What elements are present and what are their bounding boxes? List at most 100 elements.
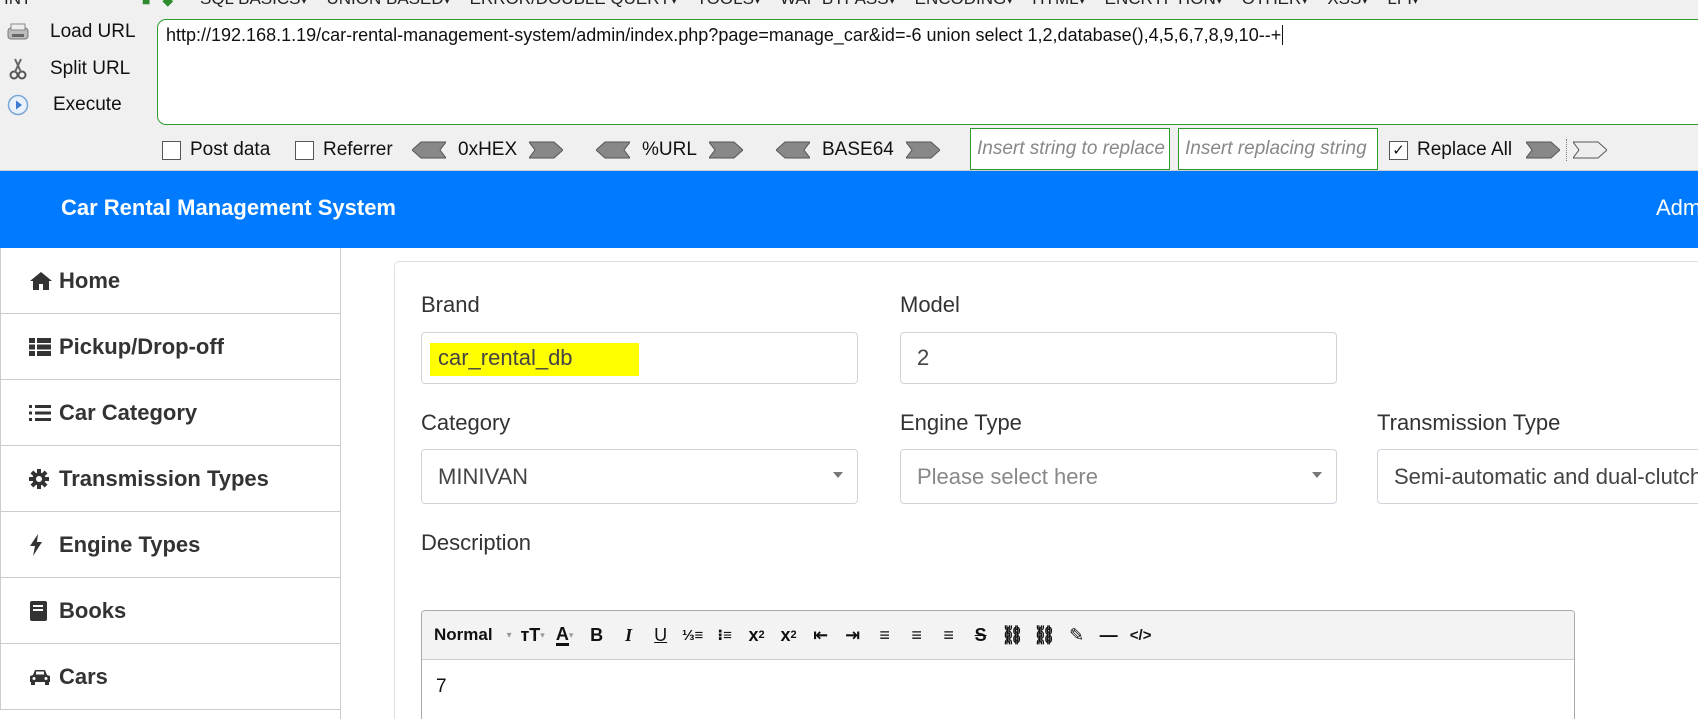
strikethrough-icon[interactable]: S [966,621,996,649]
hackbar-menu-item[interactable]: HTML [1032,0,1084,8]
load-url-icon [4,20,32,44]
url-decode-arrow-icon[interactable] [596,141,630,159]
sidebar-item-pickup-drop-off[interactable]: Pickup/Drop-off [0,314,340,380]
italic-icon[interactable]: I [614,621,644,649]
superscript-icon[interactable]: x2 [774,621,804,649]
brand-input[interactable]: car_rental_db [421,332,858,384]
list-icon [29,404,55,422]
replace-back-arrow-icon[interactable] [1573,141,1608,159]
horizontal-rule-icon[interactable]: — [1094,621,1124,649]
base64-encode-arrow-icon[interactable] [905,141,940,159]
indent-icon[interactable]: ⇥ [838,621,868,649]
outdent-icon[interactable]: ⇤ [806,621,836,649]
hackbar-menu-item[interactable]: OTHER [1242,0,1308,8]
bold-icon[interactable]: B [582,621,612,649]
hackbar-menu-item[interactable]: LFI [1387,0,1418,8]
hackbar-menu-item[interactable]: ENCODING [915,0,1013,8]
sidebar-item-label: Transmission Types [59,465,269,491]
text-color-icon[interactable]: A ▾ [550,621,580,649]
base64-label: BASE64 [822,139,894,160]
sidebar-item-label: Books [59,597,127,623]
replace-find-input[interactable]: Insert string to replace [970,128,1170,170]
code-view-icon[interactable]: </> [1126,621,1156,649]
url-input[interactable]: http://192.168.1.19/car-rental-managemen… [157,19,1698,125]
subscript-icon[interactable]: x2 [742,621,772,649]
align-left-icon[interactable]: ≡ [870,621,900,649]
model-input[interactable]: 2 [900,332,1337,384]
replace-all-checkbox[interactable]: ✓ [1389,140,1408,160]
url-encode-arrow-icon[interactable] [708,141,743,159]
link-icon[interactable]: ⛓ [998,621,1028,649]
hackbar-toolbar-icons[interactable]: ■ ◆ [142,0,177,9]
replace-arrow-icon[interactable] [1526,141,1561,159]
sidebar: Home Pickup/Drop-off Car Category Transm… [0,248,341,719]
unlink-icon[interactable]: ⛓ [1030,621,1060,649]
transmission-type-select[interactable]: Semi-automatic and dual-clutch [1377,449,1698,504]
split-url-button[interactable]: Split URL [4,55,130,83]
post-data-checkbox[interactable] [162,140,181,160]
editor-toolbar: Normal ▾ тT ▾ A ▾ B I U ⅓≡ ⁝≡ x2 x2 ⇤ ⇥ ≡ ≡… [422,611,1574,660]
ordered-list-icon[interactable]: ⅓≡ [678,621,708,649]
hex-encode-arrow-icon[interactable] [529,141,564,159]
app-title: Car Rental Management System [61,195,396,220]
style-dropdown[interactable]: Normal ▾ [434,621,512,649]
toolbar-divider [1566,139,1568,161]
sidebar-item-cars[interactable]: Cars [0,644,340,710]
engine-type-placeholder: Please select here [917,464,1098,489]
hackbar-menu-item[interactable]: ENCRYPTION [1105,0,1222,8]
app-topbar: Car Rental Management System Admin [0,171,1698,248]
post-data-label: Post data [190,139,271,160]
sidebar-item-label: Pickup/Drop-off [59,333,224,359]
load-url-label: Load URL [50,21,136,42]
category-selected-value: MINIVAN [438,464,529,489]
unordered-list-icon[interactable]: ⁝≡ [710,621,740,649]
sidebar-item-label: Engine Types [59,531,201,557]
sidebar-item-books[interactable]: Books [0,578,340,644]
description-editor: Normal ▾ тT ▾ A ▾ B I U ⅓≡ ⁝≡ x2 x2 ⇤ ⇥ ≡ ≡… [421,610,1575,719]
engine-type-select[interactable]: Please select here [900,449,1337,504]
admin-menu[interactable]: Admin [1656,195,1698,221]
chevron-down-icon [1312,472,1322,478]
load-url-button[interactable]: Load URL [4,18,136,46]
hackbar-menu-item[interactable]: SQL BASICS [200,0,307,8]
engine-type-label: Engine Type [900,410,1022,435]
url-encoder: %URL [596,133,743,167]
font-size-icon[interactable]: тT ▾ [518,621,548,649]
sidebar-item-home[interactable]: Home [0,248,340,314]
transmission-selected-value: Semi-automatic and dual-clutch [1394,464,1698,489]
sidebar-item-transmission-types[interactable]: Transmission Types [0,446,340,512]
underline-icon[interactable]: U [646,621,676,649]
hex-decode-arrow-icon[interactable] [412,141,446,159]
chevron-down-icon [833,472,843,478]
sidebar-item-label: Car Category [59,399,198,425]
base64-encoder: BASE64 [776,133,940,167]
align-right-icon[interactable]: ≡ [934,621,964,649]
align-center-icon[interactable]: ≡ [902,621,932,649]
car-icon [29,668,55,686]
brand-label: Brand [421,292,480,317]
base64-decode-arrow-icon[interactable] [776,141,810,159]
hackbar-menu-item[interactable]: WAF BYPASS [780,0,895,8]
sidebar-item-engine-types[interactable]: Engine Types [0,512,340,578]
home-icon [29,271,55,291]
hackbar-menu-item[interactable]: TOOLS [697,0,760,8]
play-icon [7,93,29,117]
sidebar-item-label: Home [59,267,121,293]
model-label: Model [900,292,960,317]
replace-with-input[interactable]: Insert replacing string [1178,128,1378,170]
execute-button[interactable]: Execute [4,91,122,119]
referrer-option[interactable]: Referrer [295,133,393,167]
hackbar-panel: INT ■ ◆ SQL BASICS UNION BASED ERROR/DOUBL… [0,0,1698,171]
gear-icon [29,468,55,489]
editor-content[interactable]: 7 [422,660,1574,714]
sidebar-item-car-category[interactable]: Car Category [0,380,340,446]
referrer-checkbox[interactable] [295,140,314,160]
category-select[interactable]: MINIVAN [421,449,858,504]
manage-car-form: Brand car_rental_db Model 2 Category MIN… [394,261,1698,719]
post-data-option[interactable]: Post data [162,133,270,167]
hackbar-menu-item[interactable]: UNION BASED [327,0,450,8]
hackbar-menu-item[interactable]: ERROR/DOUBLE QUERY [470,0,677,8]
hackbar-menu-item[interactable]: XSS [1327,0,1367,8]
highlighter-icon[interactable]: ✎ [1062,621,1092,649]
replace-all-option[interactable]: ✓ Replace All [1389,133,1608,167]
